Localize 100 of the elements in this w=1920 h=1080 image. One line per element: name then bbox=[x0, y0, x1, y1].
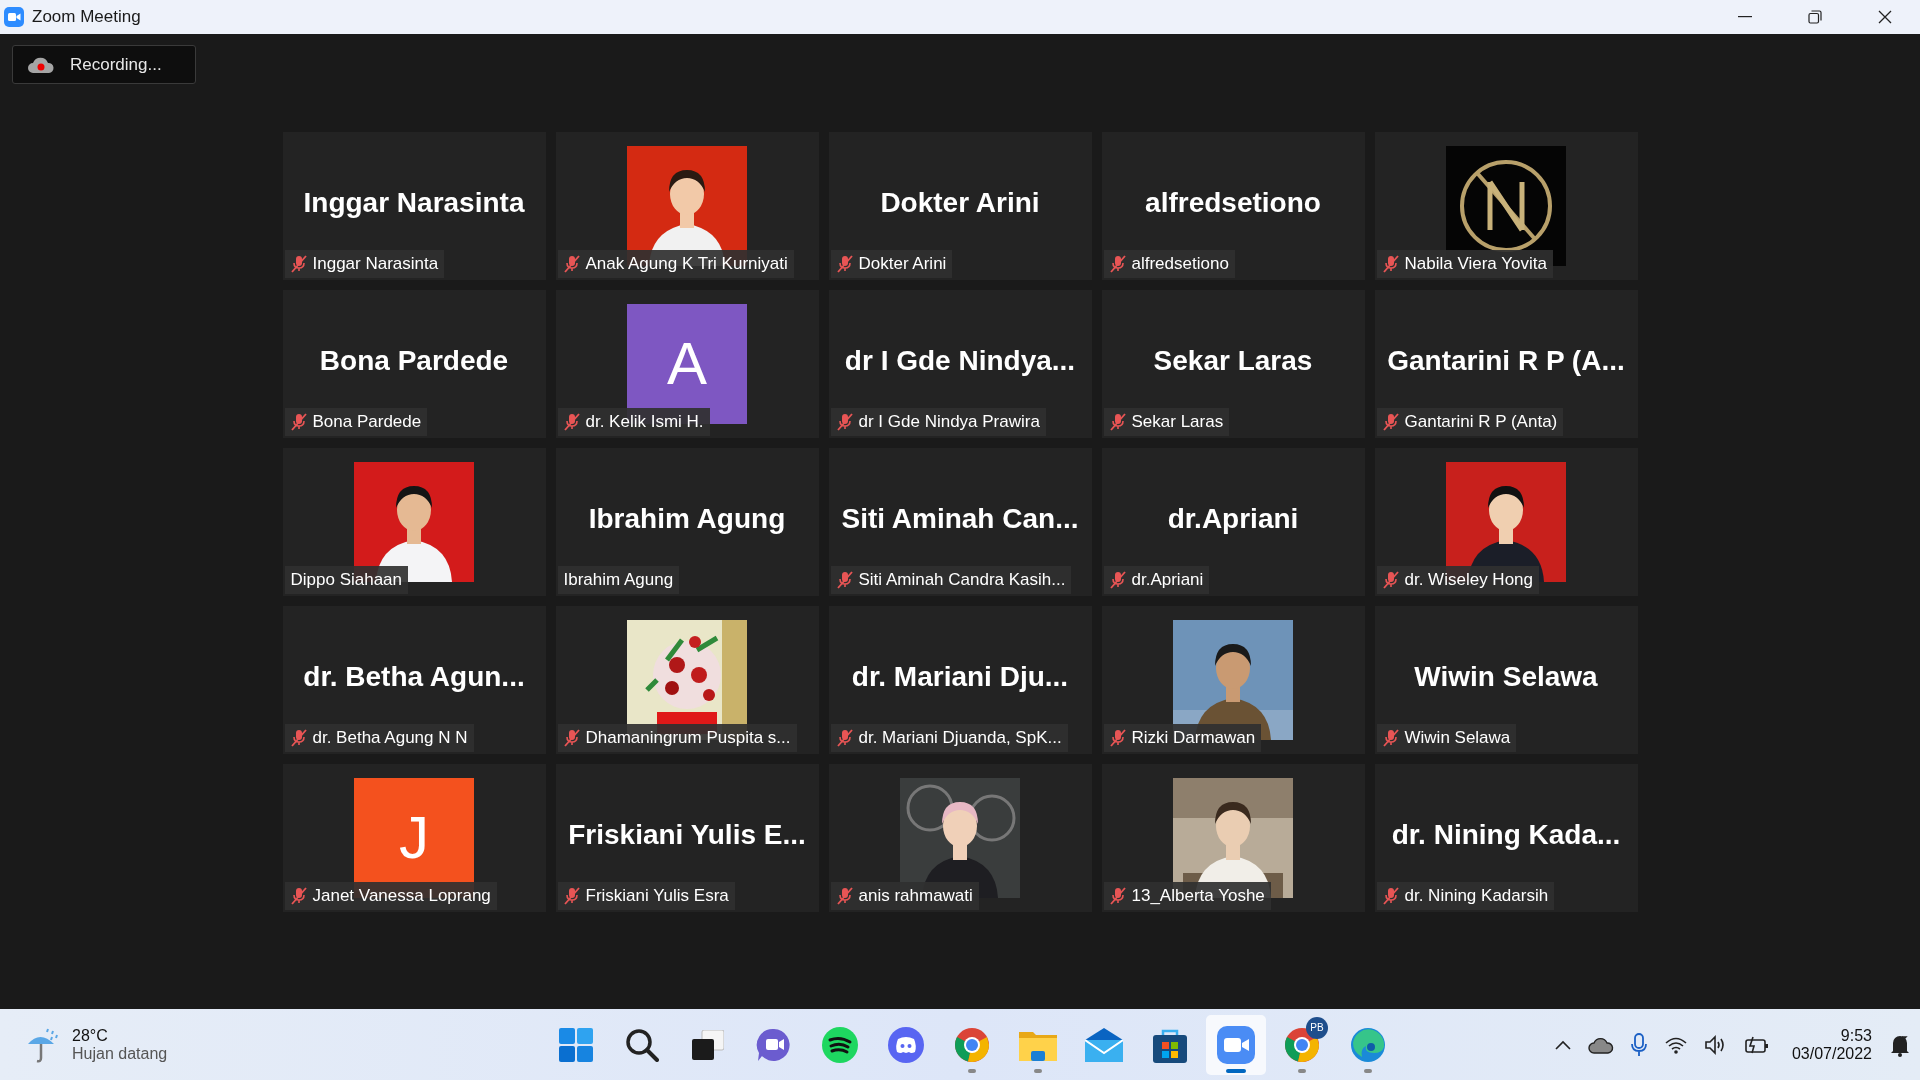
video-tile[interactable]: alfredsetiono alfredsetiono bbox=[1101, 131, 1365, 280]
video-tile[interactable]: Friskiani Yulis E... Friskiani Yulis Esra bbox=[555, 763, 819, 912]
participant-label: Dokter Arini bbox=[858, 253, 947, 274]
participant-name: dr.Apriani bbox=[1167, 502, 1299, 535]
restore-icon bbox=[1808, 10, 1822, 24]
muted-microphone-icon bbox=[1109, 254, 1126, 273]
participant-label: Dhamaningrum Puspita s... bbox=[585, 727, 791, 748]
video-camera-icon bbox=[1217, 1025, 1255, 1064]
participant-name: Bona Pardede bbox=[319, 344, 509, 377]
participant-name: Dokter Arini bbox=[880, 186, 1040, 219]
muted-microphone-icon bbox=[1382, 412, 1399, 431]
chat-video-icon bbox=[756, 1026, 792, 1063]
windows-logo-icon bbox=[558, 1026, 594, 1063]
temperature: 28°C bbox=[72, 1026, 109, 1045]
muted-microphone-icon bbox=[1382, 254, 1399, 273]
muted-microphone-icon bbox=[836, 412, 853, 431]
participant-label: Rizki Darmawan bbox=[1131, 727, 1256, 748]
window-title: Zoom Meeting bbox=[32, 7, 142, 27]
video-tile[interactable]: Ibrahim Agung Ibrahim Agung bbox=[555, 447, 819, 596]
participant-label: dr.Apriani bbox=[1131, 569, 1204, 590]
video-tile[interactable]: Dokter Arini Dokter Arini bbox=[828, 131, 1092, 280]
participant-name: Inggar Narasinta bbox=[303, 186, 525, 219]
participant-label: Friskiani Yulis Esra bbox=[585, 885, 729, 906]
weather-condition: Hujan datang bbox=[72, 1044, 168, 1063]
microphone-icon bbox=[1629, 1032, 1648, 1057]
video-tile[interactable]: A dr. Kelik Ismi H. bbox=[555, 289, 819, 438]
video-tile[interactable]: dr. Mariani Dju... dr. Mariani Djuanda, SpK... bbox=[828, 605, 1092, 754]
video-tile[interactable]: dr.Apriani dr.Apriani bbox=[1101, 447, 1365, 596]
video-tile[interactable]: 13_Alberta Yoshe bbox=[1101, 763, 1365, 912]
participant-name: dr. Betha Agun... bbox=[303, 660, 525, 693]
participant-label: anis rahmawati bbox=[858, 885, 973, 906]
participant-label: Nabila Viera Yovita bbox=[1404, 253, 1547, 274]
participant-name: Gantarini R P (A... bbox=[1387, 344, 1625, 377]
video-tile[interactable]: J Janet Vanessa Loprang bbox=[282, 763, 546, 912]
sound-waves-icon bbox=[822, 1026, 858, 1063]
mail-icon bbox=[1085, 1027, 1123, 1062]
participant-name: dr. Nining Kada... bbox=[1391, 818, 1621, 851]
video-tile[interactable]: Nabila Viera Yovita bbox=[1374, 131, 1638, 280]
participant-label: alfredsetiono bbox=[1131, 253, 1229, 274]
profile-badge: PB bbox=[1306, 1016, 1328, 1039]
close-icon bbox=[1878, 10, 1892, 24]
game-controller-icon bbox=[888, 1026, 924, 1063]
minimize-icon bbox=[1738, 16, 1752, 18]
video-tile[interactable]: anis rahmawati bbox=[828, 763, 1092, 912]
tray-button[interactable] bbox=[1553, 1038, 1572, 1051]
task-view-icon bbox=[692, 1029, 724, 1060]
muted-microphone-icon bbox=[836, 886, 853, 905]
video-tile[interactable]: Sekar Laras Sekar Laras bbox=[1101, 289, 1365, 438]
muted-microphone-icon bbox=[290, 728, 307, 747]
muted-microphone-icon bbox=[836, 728, 853, 747]
recording-indicator[interactable]: Recording... bbox=[12, 45, 196, 84]
muted-microphone-icon bbox=[1382, 886, 1399, 905]
video-tile[interactable]: dr I Gde Nindya... dr I Gde Nindya Prawira bbox=[828, 289, 1092, 438]
video-tile[interactable]: Wiwin Selawa Wiwin Selawa bbox=[1374, 605, 1638, 754]
clock-time: 9:53 bbox=[1840, 1026, 1872, 1045]
chevron-up-icon bbox=[1553, 1038, 1572, 1051]
muted-microphone-icon bbox=[290, 254, 307, 273]
muted-microphone-icon bbox=[1109, 412, 1126, 431]
tray-button[interactable] bbox=[1743, 1034, 1770, 1055]
participant-label: 13_Alberta Yoshe bbox=[1131, 885, 1265, 906]
battery-icon bbox=[1743, 1034, 1770, 1055]
participant-label: Ibrahim Agung bbox=[563, 569, 674, 590]
muted-microphone-icon bbox=[1382, 570, 1399, 589]
video-tile[interactable]: Dippo Siahaan bbox=[282, 447, 546, 596]
muted-microphone-icon bbox=[290, 412, 307, 431]
participant-label: Wiwin Selawa bbox=[1404, 727, 1511, 748]
participant-label: Anak Agung K Tri Kurniyati bbox=[585, 253, 788, 274]
participant-name: dr I Gde Nindya... bbox=[844, 344, 1076, 377]
video-tile[interactable]: Bona Pardede Bona Pardede bbox=[282, 289, 546, 438]
taskbar-app[interactable]: PB bbox=[1272, 1014, 1332, 1075]
video-tile[interactable]: Rizki Darmawan bbox=[1101, 605, 1365, 754]
video-tile[interactable]: Gantarini R P (A... Gantarini R P (Anta) bbox=[1374, 289, 1638, 438]
video-camera-icon bbox=[4, 7, 24, 27]
search-icon bbox=[625, 1027, 659, 1062]
browser-icon bbox=[954, 1026, 990, 1063]
muted-microphone-icon bbox=[836, 570, 853, 589]
participant-label: Janet Vanessa Loprang bbox=[312, 885, 491, 906]
video-tile[interactable]: dr. Betha Agun... dr. Betha Agung N N bbox=[282, 605, 546, 754]
participant-name: Friskiani Yulis E... bbox=[568, 818, 806, 851]
video-tile[interactable]: dr. Nining Kada... dr. Nining Kadarsih bbox=[1374, 763, 1638, 912]
video-tile[interactable]: Inggar Narasinta Inggar Narasinta bbox=[282, 131, 546, 280]
participant-label: dr. Nining Kadarsih bbox=[1404, 885, 1549, 906]
clock-date: 03/07/2022 bbox=[1791, 1044, 1872, 1063]
participant-label: dr. Mariani Djuanda, SpK... bbox=[858, 727, 1062, 748]
tray-button[interactable] bbox=[1587, 1035, 1614, 1054]
muted-microphone-icon bbox=[1109, 728, 1126, 747]
cloud-record-icon bbox=[28, 55, 54, 74]
participant-name: Ibrahim Agung bbox=[588, 502, 786, 535]
video-tile[interactable]: Dhamaningrum Puspita s... bbox=[555, 605, 819, 754]
recording-label: Recording... bbox=[70, 54, 162, 75]
video-tile[interactable]: Siti Aminah Can... Siti Aminah Candra Kasih... bbox=[828, 447, 1092, 596]
muted-microphone-icon bbox=[836, 254, 853, 273]
participant-label: Gantarini R P (Anta) bbox=[1404, 411, 1558, 432]
participant-label: Bona Pardede bbox=[312, 411, 422, 432]
video-tile[interactable]: Anak Agung K Tri Kurniyati bbox=[555, 131, 819, 280]
video-tile[interactable]: dr. Wiseley Hong bbox=[1374, 447, 1638, 596]
muted-microphone-icon bbox=[563, 254, 580, 273]
participant-label: Sekar Laras bbox=[1131, 411, 1224, 432]
muted-microphone-icon bbox=[1382, 728, 1399, 747]
participant-label: dr I Gde Nindya Prawira bbox=[858, 411, 1040, 432]
